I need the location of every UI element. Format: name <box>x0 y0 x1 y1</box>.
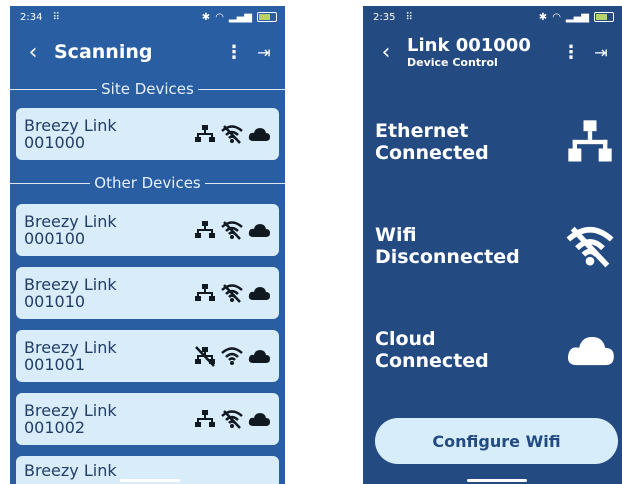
app-bar: ‹ Scanning ⋮ ⇥ <box>10 28 285 76</box>
ethernet-status: Connected <box>375 142 489 164</box>
cloud-status: Connected <box>375 350 489 372</box>
section-label: Site Devices <box>101 80 194 98</box>
more-menu-icon[interactable]: ⋮ <box>556 42 586 63</box>
wifi-label: Wifi <box>375 224 417 246</box>
home-indicator <box>120 479 180 482</box>
ethernet-icon <box>568 120 612 162</box>
section-header-site-devices: Site Devices <box>10 78 285 100</box>
wifi-off-icon <box>221 125 243 144</box>
device-card[interactable]: Breezy Link 001001 <box>16 330 279 382</box>
device-card[interactable]: Breezy Link 001002 <box>16 393 279 445</box>
logout-icon[interactable]: ⇥ <box>586 43 616 62</box>
device-control-screen: 2:35 ⠿ ✱ ◠ ▂▄▆ ‹ Link 001000 Device Cont… <box>363 6 622 484</box>
device-card[interactable]: Breezy Link 001010 <box>16 267 279 319</box>
battery-icon <box>594 12 614 22</box>
app-bar: ‹ Link 001000 Device Control ⋮ ⇥ <box>363 28 622 76</box>
cell-signal-icon: ▂▄▆ <box>228 11 252 23</box>
home-indicator <box>467 479 527 482</box>
device-name: Breezy Link <box>24 275 117 294</box>
device-card[interactable]: Breezy Link 001000 <box>16 108 279 160</box>
status-time: 2:34 <box>20 11 43 23</box>
section-header-other-devices: Other Devices <box>10 172 285 194</box>
status-time: 2:35 <box>373 11 396 23</box>
notification-icon: ⠿ <box>405 11 413 23</box>
device-id: 001001 <box>24 355 86 374</box>
back-arrow-icon[interactable]: ‹ <box>20 40 46 65</box>
ethernet-status-row: Ethernet Connected <box>363 116 622 168</box>
wifi-off-icon <box>221 284 243 303</box>
wifi-status-row: Wifi Disconnected <box>363 220 622 272</box>
device-id: 000100 <box>24 229 86 248</box>
device-card[interactable]: Breezy Link 000100 <box>16 204 279 256</box>
battery-icon <box>257 12 277 22</box>
cloud-icon <box>248 413 270 426</box>
scanning-screen: 2:34 ⠿ ✱ ◠ ▂▄▆ ‹ Scanning ⋮ ⇥ Site Devic… <box>10 6 285 484</box>
wifi-status-icon: ◠ <box>552 11 561 23</box>
device-id: 001010 <box>24 292 86 311</box>
ethernet-icon <box>195 284 215 301</box>
page-title: Scanning <box>54 41 153 63</box>
wifi-off-icon <box>566 226 614 268</box>
device-id: 001000 <box>24 133 86 152</box>
wifi-off-icon <box>221 221 243 240</box>
ethernet-icon <box>195 125 215 142</box>
cloud-icon <box>248 350 270 363</box>
status-bar: 2:34 ⠿ ✱ ◠ ▂▄▆ <box>10 6 285 28</box>
wifi-status-icon: ◠ <box>215 11 224 23</box>
bluetooth-icon: ✱ <box>538 11 548 23</box>
back-arrow-icon[interactable]: ‹ <box>373 40 399 65</box>
device-name: Breezy Link <box>24 116 117 135</box>
cloud-icon <box>567 337 614 366</box>
configure-wifi-button[interactable]: Configure Wifi <box>375 418 618 464</box>
device-name: Breezy Link <box>24 401 117 420</box>
cloud-status-row: Cloud Connected <box>363 324 622 376</box>
logout-icon[interactable]: ⇥ <box>249 43 279 62</box>
bluetooth-icon: ✱ <box>201 11 211 23</box>
wifi-icon <box>221 347 243 365</box>
notification-icon: ⠿ <box>52 11 60 23</box>
cloud-label: Cloud <box>375 328 436 350</box>
device-name: Breezy Link <box>24 461 117 480</box>
device-id: 001002 <box>24 418 86 437</box>
ethernet-off-icon <box>195 346 215 367</box>
status-bar: 2:35 ⠿ ✱ ◠ ▂▄▆ <box>363 6 622 28</box>
ethernet-icon <box>195 410 215 427</box>
wifi-off-icon <box>221 410 243 429</box>
cloud-icon <box>248 128 270 141</box>
section-label: Other Devices <box>94 174 201 192</box>
cloud-icon <box>248 224 270 237</box>
ethernet-label: Ethernet <box>375 120 469 142</box>
cell-signal-icon: ▂▄▆ <box>565 11 589 23</box>
more-menu-icon[interactable]: ⋮ <box>219 42 249 63</box>
cloud-icon <box>248 287 270 300</box>
page-title: Link 001000 <box>407 34 531 56</box>
device-name: Breezy Link <box>24 212 117 231</box>
page-subtitle: Device Control <box>407 55 498 69</box>
ethernet-icon <box>195 221 215 238</box>
device-name: Breezy Link <box>24 338 117 357</box>
wifi-status: Disconnected <box>375 246 520 268</box>
